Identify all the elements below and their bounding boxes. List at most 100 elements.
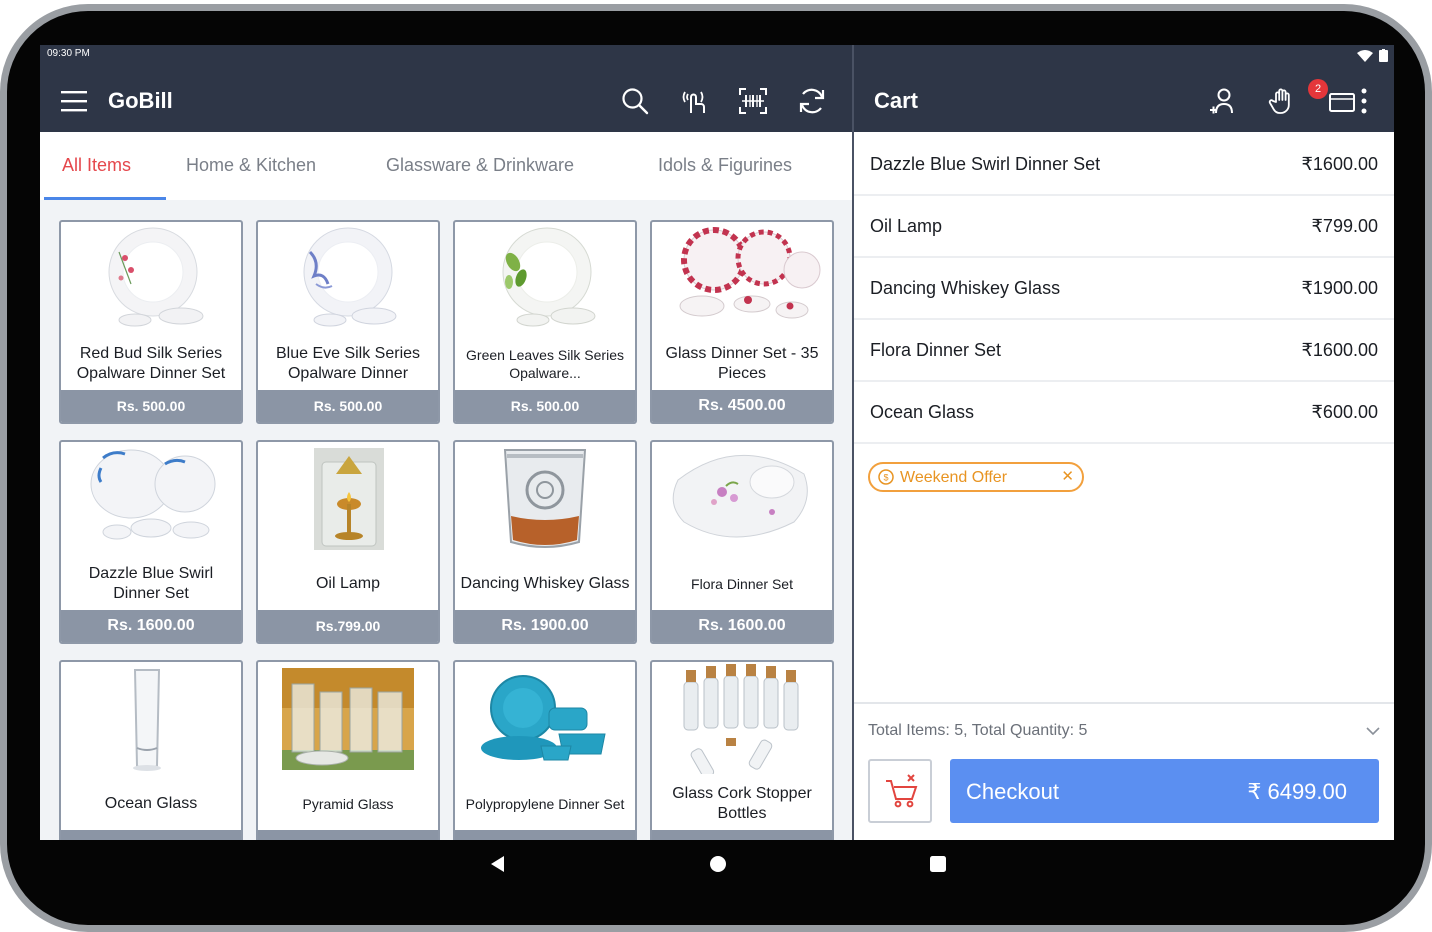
back-icon[interactable] [488, 854, 506, 874]
notification-badge: 2 [1308, 79, 1328, 99]
cart-item-price: ₹1900.00 [1301, 278, 1378, 298]
product-image [502, 227, 596, 327]
refresh-icon[interactable] [797, 86, 827, 116]
product-image [481, 675, 606, 761]
product-name: Oil Lamp [315, 575, 381, 592]
wifi-icon [1357, 49, 1373, 62]
cart-item-name: Oil Lamp [870, 216, 943, 236]
product-image [133, 669, 161, 771]
product-card[interactable]: Pyramid Glass [256, 660, 440, 840]
search-icon[interactable] [620, 86, 650, 116]
cart-item-name: Ocean Glass [870, 402, 975, 422]
product-card[interactable]: Polypropylene Dinner Set [453, 660, 637, 840]
product-image [679, 227, 821, 319]
svg-text:$: $ [883, 473, 888, 483]
discount-coin-icon: $ [878, 469, 894, 485]
category-tabs: All Items Home & Kitchen Glassware & Dri… [40, 132, 852, 200]
app-title: GoBill [108, 88, 173, 113]
product-price: Rs. 1900.00 [455, 610, 635, 642]
product-image [282, 668, 414, 770]
product-price: Rs. 500.00 [455, 390, 635, 422]
product-price: Rs. 500.00 [61, 390, 241, 422]
cart-remove-icon [886, 774, 918, 808]
product-image [503, 449, 587, 548]
tab-all-items[interactable]: All Items [62, 155, 131, 176]
cart-line-item[interactable]: Oil Lamp ₹799.00 [854, 194, 1394, 258]
cart-line-item[interactable]: Dancing Whiskey Glass ₹1900.00 [854, 256, 1394, 320]
product-image [314, 448, 384, 550]
cart-line-item[interactable]: Flora Dinner Set ₹1600.00 [854, 318, 1394, 382]
cart-header: Cart 2 [854, 45, 1394, 132]
product-card[interactable]: Flora Dinner Set Rs. 1600.00 [650, 440, 834, 644]
products-header: 09:30 PM GoBill [40, 45, 852, 132]
status-indicators [1357, 49, 1388, 62]
tab-idols-figurines[interactable]: Idols & Figurines [658, 155, 792, 176]
product-card[interactable]: Glass Dinner Set - 35 Pieces Rs. 4500.00 [650, 220, 834, 424]
product-image [672, 455, 808, 538]
cart-title: Cart [874, 88, 919, 113]
product-name: Glass Cork Stopper Bottles [672, 785, 812, 822]
product-name: Ocean Glass [104, 795, 198, 812]
active-tab-indicator [44, 197, 166, 200]
product-card[interactable]: Red Bud Silk Series Opalware Dinner Set … [59, 220, 243, 424]
android-navigation-bar [40, 840, 1394, 890]
screen: 09:30 PM GoBill Cart 2 All Items Home & … [40, 45, 1394, 840]
product-card[interactable]: Dazzle Blue Swirl Dinner Set Rs. 1600.00 [59, 440, 243, 644]
product-name: Green Leaves Silk Series Opalware... [466, 347, 624, 381]
product-price: Rs. 1600.00 [652, 610, 832, 642]
cart-item-price: ₹1600.00 [1301, 154, 1378, 174]
product-name: Flora Dinner Set [691, 576, 793, 592]
product-card[interactable]: Blue Eve Silk Series Opalware Dinner Rs.… [256, 220, 440, 424]
cart-line-item[interactable]: Ocean Glass ₹600.00 [854, 380, 1394, 444]
more-vertical-icon[interactable] [1349, 86, 1379, 116]
cart-summary: Total Items: 5, Total Quantity: 5 [868, 722, 1088, 739]
product-price: Rs. 4500.00 [652, 390, 832, 422]
hamburger-icon[interactable] [61, 89, 87, 113]
product-price [455, 830, 635, 840]
checkout-label: Checkout [966, 779, 1059, 804]
add-customer-icon[interactable] [1208, 86, 1238, 116]
product-card[interactable]: Ocean Glass [59, 660, 243, 840]
hand-hold-icon[interactable] [1267, 86, 1297, 116]
product-price [652, 830, 832, 840]
product-image [683, 664, 799, 774]
product-card[interactable]: Glass Cork Stopper Bottles [650, 660, 834, 840]
cart-item-price: ₹799.00 [1311, 216, 1378, 236]
battery-icon [1379, 49, 1388, 62]
product-price: Rs. 1600.00 [61, 610, 241, 642]
cart-line-item[interactable]: Dazzle Blue Swirl Dinner Set ₹1600.00 [854, 132, 1394, 196]
chevron-down-icon[interactable] [1366, 726, 1380, 736]
product-image [108, 227, 204, 327]
product-price: Rs. 500.00 [258, 390, 438, 422]
clear-cart-button[interactable] [868, 759, 932, 823]
product-image [90, 449, 216, 540]
recents-icon[interactable] [928, 854, 948, 874]
product-card[interactable]: Green Leaves Silk Series Opalware... Rs.… [453, 220, 637, 424]
cart-panel: Dazzle Blue Swirl Dinner Set ₹1600.00 Oi… [854, 132, 1394, 840]
product-image [303, 227, 397, 327]
product-card[interactable]: Oil Lamp Rs.799.00 [256, 440, 440, 644]
close-icon[interactable]: ✕ [1061, 469, 1074, 485]
cart-item-name: Flora Dinner Set [870, 340, 1002, 360]
offer-label: Weekend Offer [900, 469, 1008, 486]
checkout-total: ₹ 6499.00 [1247, 779, 1347, 804]
cart-item-name: Dazzle Blue Swirl Dinner Set [870, 154, 1101, 174]
product-price: Rs.799.00 [258, 610, 438, 642]
cart-item-price: ₹1600.00 [1301, 340, 1378, 360]
summary-divider [854, 702, 1394, 704]
product-name: Dazzle Blue Swirl Dinner Set [88, 565, 214, 602]
product-price [258, 830, 438, 840]
status-time: 09:30 PM [47, 48, 90, 59]
offer-chip[interactable]: $ Weekend Offer ✕ [868, 462, 1084, 492]
tab-home-kitchen[interactable]: Home & Kitchen [186, 155, 316, 176]
cart-item-name: Dancing Whiskey Glass [870, 278, 1061, 298]
product-name: Red Bud Silk Series Opalware Dinner Set [76, 345, 226, 382]
cart-item-price: ₹600.00 [1311, 402, 1378, 422]
touch-tap-icon[interactable] [679, 86, 709, 116]
checkout-button[interactable]: Checkout ₹ 6499.00 [950, 759, 1379, 823]
product-name: Pyramid Glass [302, 796, 394, 812]
barcode-scan-icon[interactable] [738, 86, 768, 116]
home-icon[interactable] [708, 854, 728, 874]
product-card[interactable]: Dancing Whiskey Glass Rs. 1900.00 [453, 440, 637, 644]
tab-glassware-drinkware[interactable]: Glassware & Drinkware [386, 155, 574, 176]
